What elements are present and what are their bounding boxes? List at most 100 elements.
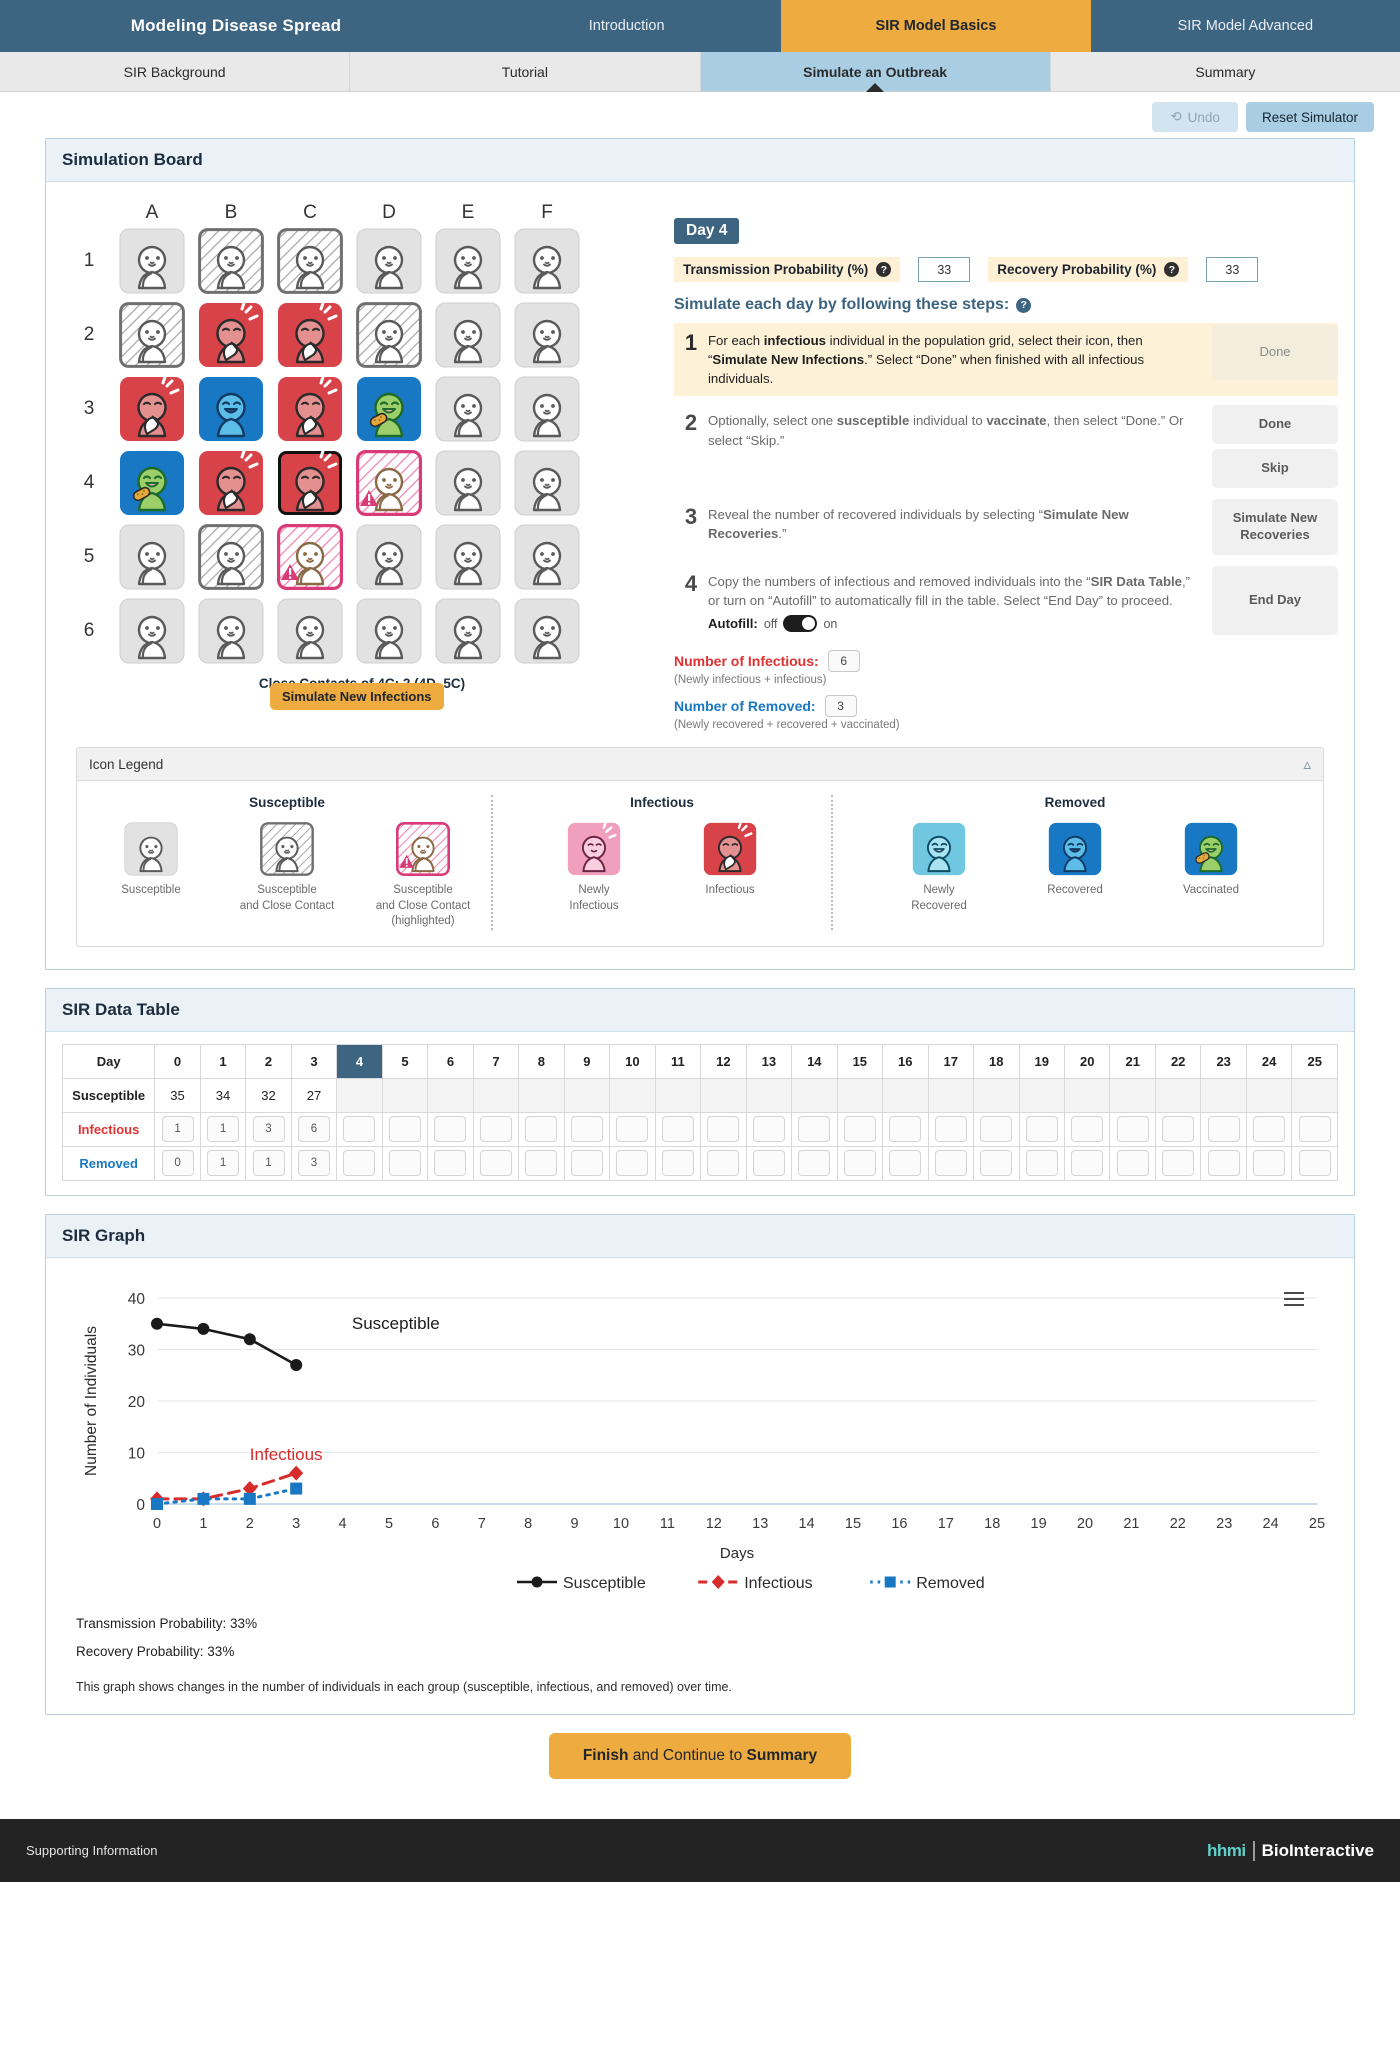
table-cell-input[interactable]	[1298, 1150, 1331, 1177]
table-cell-infectious-day17[interactable]	[927, 1111, 975, 1147]
grid-cell-6C[interactable]	[277, 598, 343, 664]
autofill-toggle[interactable]	[783, 615, 818, 633]
grid-cell-3C[interactable]	[277, 376, 343, 442]
table-cell-input[interactable]	[1162, 1150, 1195, 1177]
table-cell-input[interactable]: 6	[297, 1116, 330, 1143]
table-cell-input[interactable]	[570, 1116, 603, 1143]
table-day-header-16[interactable]: 16	[882, 1043, 929, 1079]
step-2-skip-button[interactable]: Skip	[1212, 449, 1338, 489]
table-cell-removed-day11[interactable]	[654, 1145, 702, 1181]
grid-cell-3B[interactable]	[198, 376, 264, 442]
grid-cell-3E[interactable]	[435, 376, 501, 442]
table-cell-input[interactable]	[661, 1150, 694, 1177]
supporting-information-link[interactable]: Supporting Information	[26, 1843, 158, 1858]
table-cell-input[interactable]	[434, 1150, 467, 1177]
hamburger-menu-icon[interactable]	[1284, 1288, 1304, 1310]
grid-cell-4A[interactable]	[119, 450, 185, 516]
table-cell-infectious-day25[interactable]	[1291, 1111, 1338, 1147]
table-day-header-23[interactable]: 23	[1200, 1043, 1247, 1079]
subnav-tab-summary[interactable]: Summary	[1051, 52, 1400, 91]
table-cell-infectious-day5[interactable]	[381, 1111, 429, 1147]
table-cell-input[interactable]	[707, 1150, 740, 1177]
table-day-header-2[interactable]: 2	[245, 1043, 292, 1079]
table-cell-removed-day16[interactable]	[882, 1145, 929, 1181]
table-day-header-8[interactable]: 8	[518, 1043, 565, 1079]
table-cell-input[interactable]	[843, 1116, 876, 1143]
table-cell-input[interactable]	[934, 1116, 967, 1143]
grid-cell-2D[interactable]	[356, 302, 422, 368]
table-cell-infectious-day7[interactable]	[472, 1111, 520, 1147]
table-cell-infectious-day1[interactable]: 1	[199, 1111, 247, 1147]
table-day-header-25[interactable]: 25	[1291, 1043, 1338, 1079]
simulate-new-recoveries-button[interactable]: Simulate New Recoveries	[1212, 499, 1338, 555]
grid-cell-4D[interactable]	[356, 450, 422, 516]
grid-cell-1F[interactable]	[514, 228, 580, 294]
table-cell-input[interactable]	[434, 1116, 467, 1143]
table-cell-input[interactable]	[1025, 1150, 1058, 1177]
grid-cell-3D[interactable]	[356, 376, 422, 442]
grid-cell-5B[interactable]	[198, 524, 264, 590]
transmission-probability-input[interactable]	[918, 257, 971, 282]
table-cell-removed-day10[interactable]	[609, 1145, 656, 1181]
table-cell-infectious-day6[interactable]	[427, 1111, 474, 1147]
table-cell-removed-day19[interactable]	[1018, 1145, 1065, 1181]
grid-cell-4B[interactable]	[198, 450, 264, 516]
table-cell-input[interactable]	[1207, 1150, 1240, 1177]
table-cell-input[interactable]	[479, 1116, 512, 1143]
end-day-button[interactable]: End Day	[1212, 565, 1338, 635]
icon-legend-header[interactable]: Icon Legend ▵	[77, 748, 1323, 782]
table-cell-input[interactable]	[343, 1150, 376, 1177]
chevron-up-icon[interactable]: ▵	[1303, 755, 1311, 773]
table-cell-infectious-day23[interactable]	[1200, 1111, 1247, 1147]
table-cell-removed-day17[interactable]	[927, 1145, 975, 1181]
steps-help-icon[interactable]: ?	[1016, 297, 1032, 313]
table-day-header-22[interactable]: 22	[1154, 1043, 1202, 1079]
table-cell-infectious-day2[interactable]: 3	[245, 1111, 292, 1147]
table-day-header-11[interactable]: 11	[654, 1043, 702, 1079]
table-day-header-20[interactable]: 20	[1063, 1043, 1111, 1079]
table-cell-input[interactable]	[570, 1150, 603, 1177]
table-day-header-4[interactable]: 4	[336, 1043, 383, 1079]
table-cell-removed-day15[interactable]	[836, 1145, 884, 1181]
table-cell-infectious-day20[interactable]	[1063, 1111, 1111, 1147]
grid-cell-5C[interactable]	[277, 524, 343, 590]
table-cell-removed-day5[interactable]	[381, 1145, 429, 1181]
grid-cell-3F[interactable]	[514, 376, 580, 442]
table-cell-removed-day25[interactable]	[1291, 1145, 1338, 1181]
table-cell-infectious-day10[interactable]	[609, 1111, 656, 1147]
table-cell-infectious-day9[interactable]	[563, 1111, 611, 1147]
table-cell-infectious-day4[interactable]	[336, 1111, 383, 1147]
table-cell-infectious-day13[interactable]	[745, 1111, 793, 1147]
table-cell-infectious-day18[interactable]	[973, 1111, 1020, 1147]
table-day-header-18[interactable]: 18	[973, 1043, 1020, 1079]
grid-cell-2A[interactable]	[119, 302, 185, 368]
table-cell-input[interactable]: 3	[252, 1116, 285, 1143]
number-of-infectious-value[interactable]: 6	[827, 650, 860, 673]
table-cell-removed-day13[interactable]	[745, 1145, 793, 1181]
table-cell-removed-day14[interactable]	[791, 1145, 838, 1181]
recovery-probability-input[interactable]	[1206, 257, 1259, 282]
number-of-removed-value[interactable]: 3	[824, 695, 857, 718]
table-cell-infectious-day22[interactable]	[1154, 1111, 1202, 1147]
table-day-header-12[interactable]: 12	[700, 1043, 747, 1079]
table-cell-input[interactable]	[798, 1150, 831, 1177]
table-cell-input[interactable]	[889, 1116, 922, 1143]
table-day-header-14[interactable]: 14	[791, 1043, 838, 1079]
table-day-header-15[interactable]: 15	[836, 1043, 884, 1079]
table-cell-infectious-day0[interactable]: 1	[154, 1111, 201, 1147]
table-cell-input[interactable]	[661, 1116, 694, 1143]
table-day-header-7[interactable]: 7	[472, 1043, 520, 1079]
table-cell-input[interactable]	[980, 1150, 1013, 1177]
recovery-help-icon[interactable]: ?	[1164, 262, 1180, 277]
grid-cell-1E[interactable]	[435, 228, 501, 294]
table-cell-input[interactable]	[889, 1150, 922, 1177]
grid-cell-2C[interactable]	[277, 302, 343, 368]
table-cell-removed-day6[interactable]	[427, 1145, 474, 1181]
table-cell-infectious-day14[interactable]	[791, 1111, 838, 1147]
table-day-header-0[interactable]: 0	[154, 1043, 201, 1079]
table-cell-removed-day0[interactable]: 0	[154, 1145, 201, 1181]
table-cell-input[interactable]	[525, 1116, 558, 1143]
table-cell-input[interactable]	[798, 1116, 831, 1143]
table-cell-input[interactable]	[843, 1150, 876, 1177]
grid-cell-4C[interactable]	[277, 450, 343, 516]
